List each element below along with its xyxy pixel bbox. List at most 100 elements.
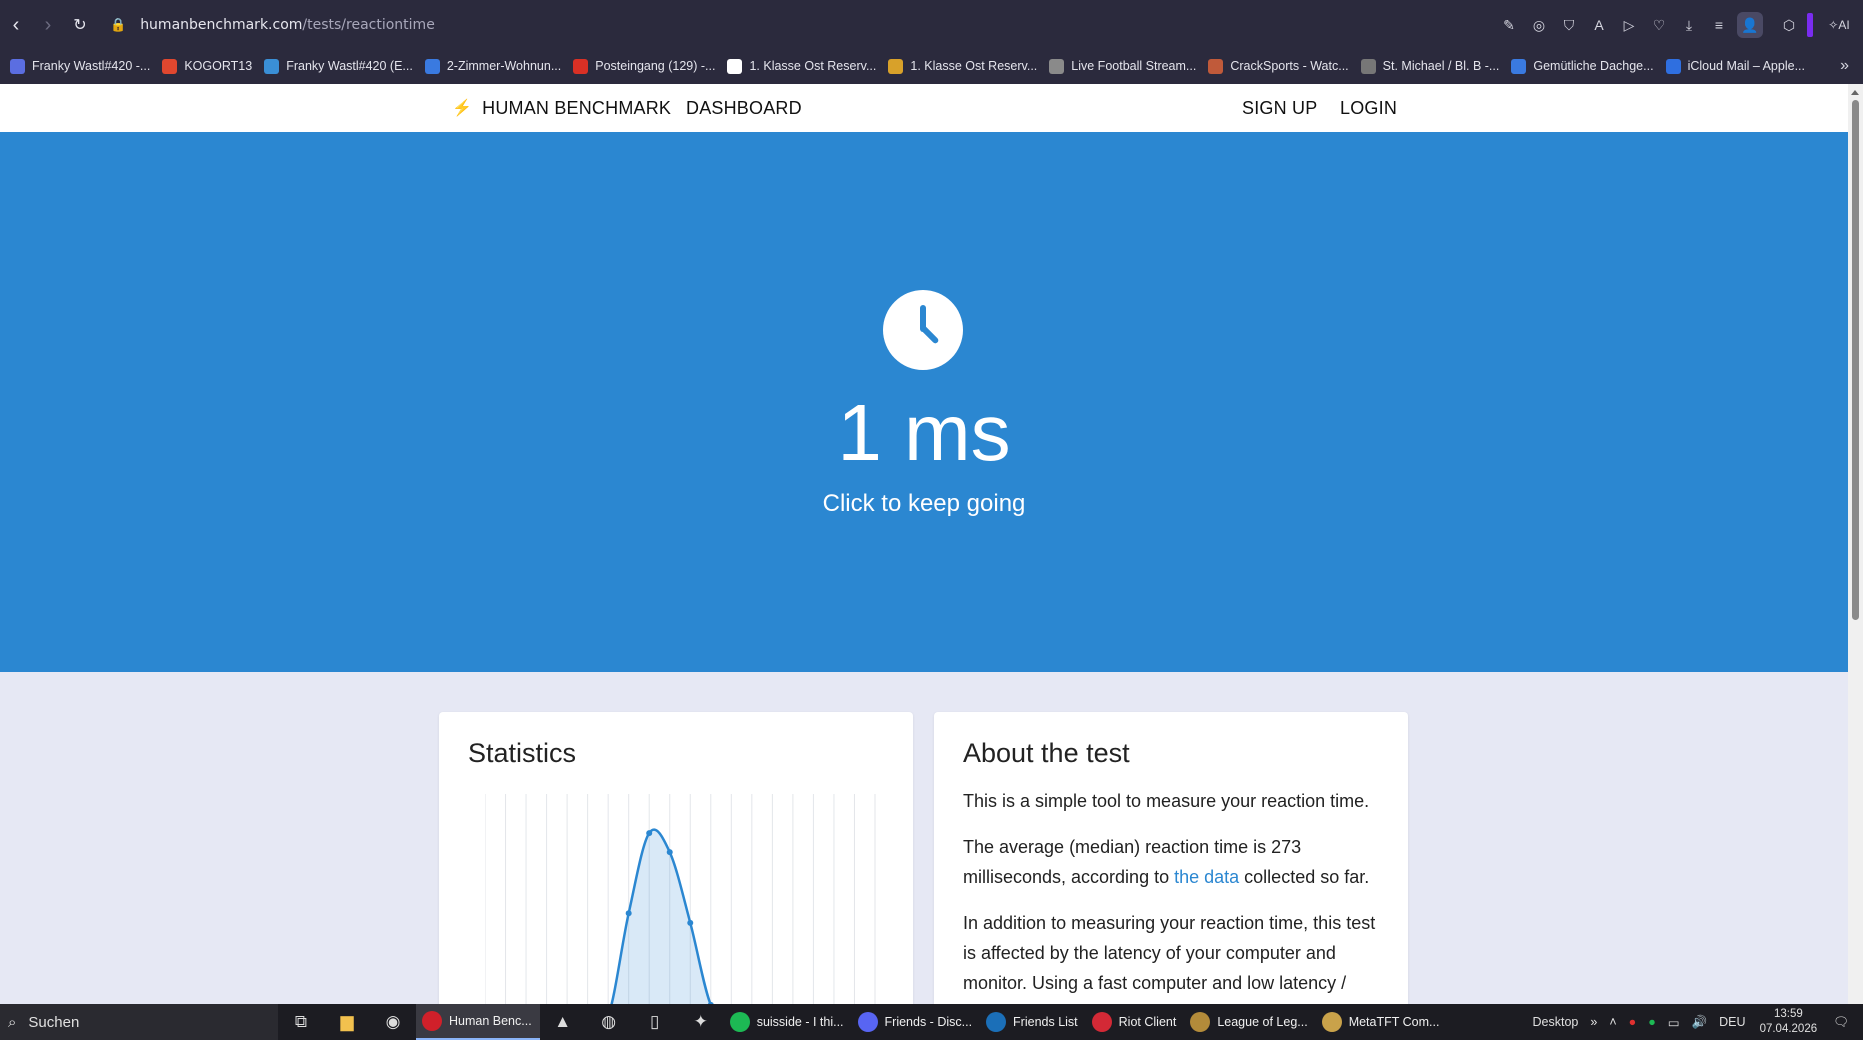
sign-up-link[interactable]: SIGN UP (1242, 84, 1317, 132)
app-icon (729, 1012, 750, 1032)
taskbar-app-label: Riot Client (1118, 1015, 1177, 1029)
language-indicator[interactable]: DEU (1719, 1015, 1745, 1029)
bookmarks-more-icon[interactable]: » (1840, 48, 1849, 84)
network-icon[interactable]: ▭ (1668, 1015, 1680, 1030)
tray-overflow-icon[interactable]: » (1590, 1015, 1597, 1029)
bookmark-favicon-icon (264, 58, 280, 74)
notification-icon[interactable]: 🗨 (1833, 1015, 1849, 1030)
bookmark-item[interactable]: CrackSports - Watc... (1206, 52, 1358, 80)
url-path: /tests/reactiontime (302, 17, 435, 33)
ai-button[interactable]: ✧ AI (1819, 13, 1859, 37)
bookmark-item[interactable]: 1. Klasse Ost Reserv... (886, 52, 1047, 80)
the-data-link[interactable]: the data (1174, 867, 1239, 887)
back-icon[interactable]: ‹ (0, 9, 32, 41)
taskbar-app[interactable]: Human Benc... (416, 1004, 540, 1040)
bookmark-label: Franky Wastl#420 -... (32, 59, 151, 73)
bookmark-item[interactable]: iCloud Mail – Apple... (1664, 52, 1815, 80)
taskbar-apps: Human Benc... ▲ ◍ ▯ ✦ suisside - I thi... Frie… (416, 1004, 1447, 1040)
statistics-card: Statistics (439, 712, 913, 1004)
volume-icon[interactable]: 🔊 (1692, 1015, 1708, 1030)
chart-area-fill (611, 829, 711, 1004)
file-explorer-icon[interactable]: ▆ (324, 1004, 370, 1040)
dashboard-link[interactable]: DASHBOARD (686, 84, 802, 132)
camera-icon[interactable]: ◎ (1527, 13, 1551, 37)
task-view-icon[interactable]: ⧉ (278, 1004, 324, 1040)
bookmark-label: 1. Klasse Ost Reserv... (910, 59, 1038, 73)
box-icon[interactable]: ⬡ (1777, 13, 1801, 37)
site-nav: ⚡ HUMAN BENCHMARK DASHBOARD SIGN UP LOGI… (0, 84, 1848, 132)
chart-data-point (625, 910, 632, 917)
bookmark-favicon-icon (162, 58, 178, 74)
reload-icon[interactable]: ↻ (64, 9, 96, 41)
about-paragraph-1: This is a simple tool to measure your re… (963, 791, 1370, 811)
reaction-test-area[interactable]: 1 ms Click to keep going (0, 132, 1848, 672)
bookmark-label: Gemütliche Dachge... (1533, 59, 1654, 73)
edit-icon[interactable]: ✎ (1497, 13, 1521, 37)
taskbar-app[interactable]: Friends List (980, 1004, 1086, 1040)
sidebar-indicator (1807, 13, 1813, 37)
bookmark-favicon-icon (424, 58, 440, 74)
reaction-time-result: 1 ms (837, 388, 1011, 477)
taskbar-app[interactable]: Friends - Disc... (852, 1004, 981, 1040)
browser-toolbar: ‹ › ↻ 🔒 humanbenchmark.com/tests/reactio… (0, 0, 1863, 84)
record-icon[interactable]: ● (1629, 1015, 1637, 1029)
bolt-icon: ⚡ (452, 100, 473, 117)
scroll-up-icon[interactable] (1851, 90, 1859, 95)
download-icon[interactable]: ⤓ (1677, 13, 1701, 37)
bookmark-item[interactable]: Posteingang (129) -... (571, 52, 725, 80)
bookmark-favicon-icon (1049, 58, 1065, 74)
taskbar-clock[interactable]: 13:59 07.04.2026 (1760, 1007, 1818, 1037)
page-scrollbar[interactable] (1848, 84, 1863, 1004)
brand-link[interactable]: ⚡ HUMAN BENCHMARK (452, 84, 671, 132)
translate-icon[interactable]: A (1587, 13, 1611, 37)
statistics-title: Statistics (468, 738, 577, 768)
about-paragraph-3: In addition to measuring your reaction t… (963, 913, 1376, 993)
menu-icon[interactable]: ≡ (1707, 13, 1731, 37)
url-host: humanbenchmark.com (140, 17, 303, 33)
heart-icon[interactable]: ♡ (1647, 13, 1671, 37)
scrollbar-thumb[interactable] (1852, 100, 1859, 620)
bookmark-item[interactable]: 1. Klasse Ost Reserv... (725, 52, 886, 80)
bookmark-label: Live Football Stream... (1071, 59, 1197, 73)
bookmark-item[interactable]: KOGORT13 (160, 52, 262, 80)
bookmark-item[interactable]: Gemütliche Dachge... (1509, 52, 1663, 80)
bookmark-label: St. Michael / Bl. B -... (1382, 59, 1500, 73)
profile-icon[interactable]: 👤 (1737, 12, 1763, 38)
app-icon-extra[interactable]: ✦ (678, 1004, 724, 1040)
bookmark-item[interactable]: 2-Zimmer-Wohnun... (423, 52, 571, 80)
taskbar-app-label: Human Benc... (449, 1014, 532, 1028)
bookmark-item[interactable]: Franky Wastl#420 (E... (262, 52, 423, 80)
address-bar[interactable]: 🔒 humanbenchmark.com/tests/reactiontime (110, 0, 435, 50)
shield-icon[interactable]: ⛉ (1557, 13, 1581, 37)
bookmark-favicon-icon (1665, 58, 1681, 74)
bookmark-label: CrackSports - Watc... (1230, 59, 1349, 73)
steam-icon[interactable]: ◍ (586, 1004, 632, 1040)
desktop-label[interactable]: Desktop (1533, 1015, 1579, 1029)
bookmark-favicon-icon (1360, 58, 1376, 74)
taskbar-app[interactable]: Riot Client (1086, 1004, 1185, 1040)
chevron-up-icon[interactable]: ˄ (1609, 1015, 1616, 1029)
taskbar-search[interactable]: ⌕ Suchen (0, 1004, 278, 1040)
taskbar-app[interactable]: MetaTFT Com... (1316, 1004, 1448, 1040)
app-icon (1321, 1012, 1342, 1032)
login-link[interactable]: LOGIN (1340, 84, 1397, 132)
league-icon[interactable]: ▲ (540, 1004, 586, 1040)
bookmark-label: 1. Klasse Ost Reserv... (749, 59, 877, 73)
taskbar-app-label: suisside - I thi... (756, 1015, 844, 1029)
play-icon[interactable]: ▷ (1617, 13, 1641, 37)
spotify-tray-icon[interactable]: ● (1648, 1015, 1656, 1029)
forward-icon[interactable]: › (32, 9, 64, 41)
bookmark-item[interactable]: St. Michael / Bl. B -... (1359, 52, 1510, 80)
document-icon[interactable]: ▯ (632, 1004, 678, 1040)
bookmark-item[interactable]: Live Football Stream... (1047, 52, 1206, 80)
bookmark-item[interactable]: Franky Wastl#420 -... (8, 52, 160, 80)
chart-data-point (687, 919, 694, 926)
taskbar-app[interactable]: League of Leg... (1184, 1004, 1315, 1040)
search-placeholder: Suchen (28, 1013, 80, 1031)
about-title: About the test (963, 738, 1130, 768)
app-disc-icon[interactable]: ◉ (370, 1004, 416, 1040)
bookmark-label: KOGORT13 (184, 59, 253, 73)
bookmark-label: 2-Zimmer-Wohnun... (446, 59, 562, 73)
taskbar-app[interactable]: suisside - I thi... (724, 1004, 852, 1040)
bookmark-favicon-icon (10, 58, 25, 74)
